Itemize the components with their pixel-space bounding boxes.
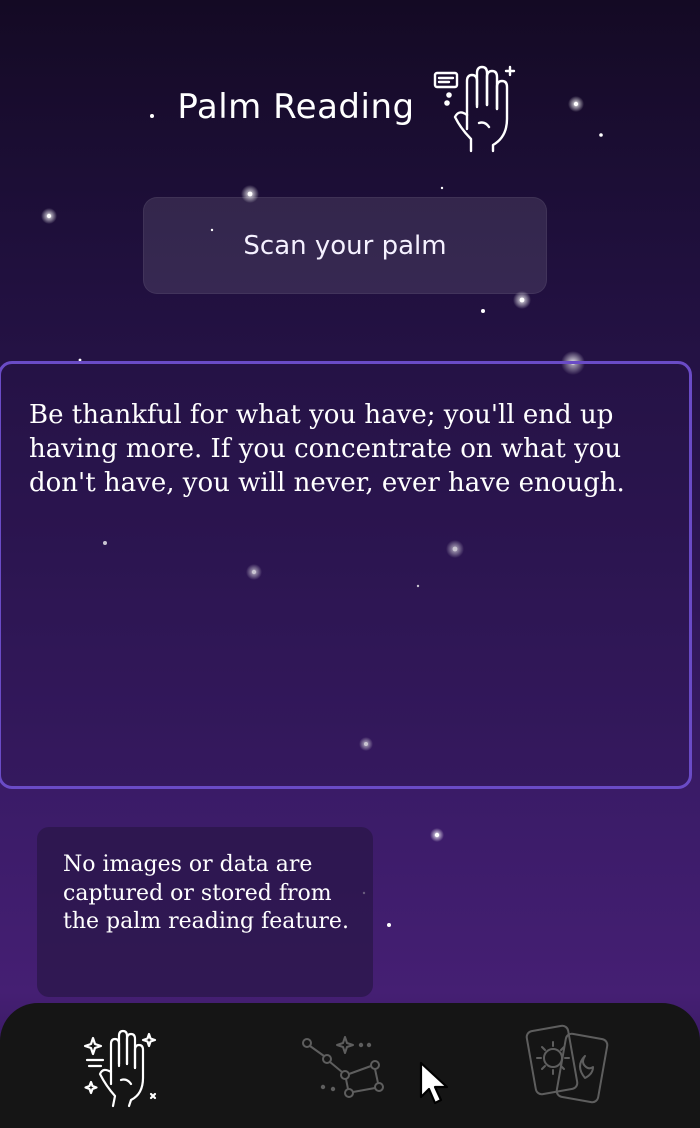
app-screen: Palm Reading Scan your palm Be thankful … <box>0 0 700 1128</box>
bottom-nav <box>0 1003 700 1128</box>
page-title: Palm Reading <box>177 87 415 127</box>
nav-tarot[interactable] <box>520 1021 614 1115</box>
palm-hand-icon <box>427 59 523 155</box>
nav-palm-reading[interactable] <box>76 1021 170 1115</box>
header: Palm Reading <box>0 59 700 155</box>
privacy-text: No images or data are captured or stored… <box>63 852 349 934</box>
tarot-cards-icon <box>523 1022 611 1114</box>
palm-hand-sparkle-icon <box>81 1024 165 1112</box>
privacy-notice: No images or data are captured or stored… <box>37 827 373 997</box>
scan-palm-label: Scan your palm <box>243 230 447 261</box>
scan-palm-button[interactable]: Scan your palm <box>143 197 547 294</box>
constellation-icon <box>299 1031 389 1105</box>
nav-constellations[interactable] <box>297 1021 391 1115</box>
palm-reading-result: Be thankful for what you have; you'll en… <box>0 361 692 789</box>
reading-text: Be thankful for what you have; you'll en… <box>29 400 625 498</box>
